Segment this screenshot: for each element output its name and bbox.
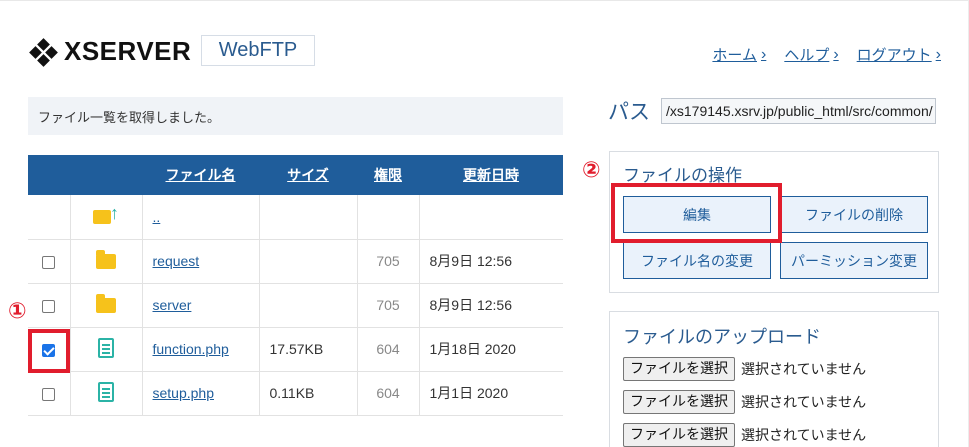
row-check-cell [28,239,71,284]
sort-by-date-header[interactable]: 更新日時 [419,155,563,195]
rename-file-button[interactable]: ファイル名の変更 [623,242,771,279]
chevron-right-icon: › [935,45,941,63]
file-name-link[interactable]: setup.php [153,385,215,401]
row-name-cell: setup.php [142,371,260,416]
no-file-selected-text: 選択されていません [741,395,867,411]
row-name-cell: request [142,239,260,284]
table-header-row: ファイル名 サイズ 権限 更新日時 [28,155,563,195]
row-name-cell: .. [142,195,260,240]
row-date-cell: 1月1日 2020 [419,371,563,416]
choose-file-button[interactable]: ファイルを選択 [623,357,735,381]
sort-by-size-header[interactable]: サイズ [259,155,357,195]
row-size-cell: 0.11KB [259,371,358,416]
select-checkbox[interactable] [42,299,56,313]
sort-by-name-header[interactable]: ファイル名 [142,155,259,195]
header-icon [70,155,142,195]
select-checkbox[interactable] [42,387,56,401]
file-input-row-1: ファイルを選択 選択されていません [623,357,866,381]
webftp-window: XSERVER WebFTP ホーム › ヘルプ › ログアウト › ファイル一覧を取… [0,0,969,447]
xserver-logo-icon [28,37,58,67]
row-icon-cell [70,327,143,372]
nav-help-link[interactable]: ヘルプ › [784,44,838,65]
select-checkbox[interactable] [42,255,56,269]
file-name-link[interactable]: server [153,297,192,313]
app-name-badge: WebFTP [201,35,315,66]
step-2-marker: ② [582,158,601,183]
file-upload-panel: ファイルのアップロード ファイルを選択 選択されていません ファイルを選択 選択… [609,311,939,447]
no-file-selected-text: 選択されていません [741,362,867,378]
file-name-link[interactable]: function.php [153,341,229,357]
file-upload-title: ファイルのアップロード [623,327,821,348]
nav-home-link[interactable]: ホーム › [712,44,766,65]
top-nav: ホーム › ヘルプ › ログアウト › [712,44,941,65]
file-list-table: ファイル名 サイズ 権限 更新日時 ↑ .. request 705 8月9日 … [28,155,563,416]
file-input-row-3: ファイルを選択 選択されていません [623,423,866,447]
row-perm-cell: 604 [357,371,420,416]
row-icon-cell: ↑ [70,195,143,240]
folder-icon [96,294,116,313]
nav-logout-label: ログアウト [856,47,932,64]
row-icon-cell [70,371,143,416]
row-check-cell [28,283,71,328]
chevron-right-icon: › [833,45,839,63]
row-perm-cell [357,195,420,240]
row-perm-cell: 705 [357,239,420,284]
row-size-cell: 17.57KB [259,327,358,372]
header-check [28,155,70,195]
document-icon [98,381,114,402]
table-row: request 705 8月9日 12:56 [28,239,563,284]
table-row: setup.php 0.11KB 604 1月1日 2020 [28,371,563,416]
row-name-cell: server [142,283,260,328]
document-icon [98,337,114,358]
row-icon-cell [70,283,143,328]
change-permission-button[interactable]: パーミッション変更 [780,242,928,279]
parent-folder-icon[interactable]: ↑ [93,204,119,226]
choose-file-button[interactable]: ファイルを選択 [623,423,735,447]
path-label: パス [608,100,650,124]
step-1-marker: ① [8,299,27,324]
row-size-cell [259,283,358,328]
row-icon-cell [70,239,143,284]
sort-by-perm-header[interactable]: 権限 [357,155,419,195]
logo-text: XSERVER [64,36,192,66]
row-size-cell [259,195,358,240]
nav-home-label: ホーム [712,47,757,64]
file-input-row-2: ファイルを選択 選択されていません [623,390,866,414]
xserver-logo[interactable]: XSERVER [28,36,191,67]
nav-help-label: ヘルプ [784,47,830,64]
highlight-edit-annotation [611,183,782,243]
highlight-checkbox-annotation [28,329,70,373]
table-row: ↑ .. [28,195,563,240]
row-perm-cell: 705 [357,283,420,328]
path-field[interactable]: /xs179145.xsrv.jp/public_html/src/common… [661,98,936,124]
table-row: function.php 17.57KB 604 1月18日 2020 [28,327,563,372]
chevron-right-icon: › [760,45,767,63]
no-file-selected-text: 選択されていません [741,428,867,444]
delete-file-button[interactable]: ファイルの削除 [780,196,928,233]
folder-icon [96,250,116,269]
row-date-cell: 1月18日 2020 [419,327,563,372]
row-date-cell [419,195,563,240]
status-message: ファイル一覧を取得しました。 [28,97,563,135]
parent-dir-link[interactable]: .. [153,209,161,225]
top-border [0,0,969,1]
row-date-cell: 8月9日 12:56 [419,239,563,284]
file-name-link[interactable]: request [153,253,200,269]
row-check-cell [28,371,71,416]
table-row: server 705 8月9日 12:56 [28,283,563,328]
row-size-cell [259,239,358,284]
choose-file-button[interactable]: ファイルを選択 [623,390,735,414]
row-perm-cell: 604 [357,327,420,372]
nav-logout-link[interactable]: ログアウト › [857,44,941,65]
row-date-cell: 8月9日 12:56 [419,283,563,328]
row-check-cell [28,195,71,240]
row-name-cell: function.php [142,327,260,372]
